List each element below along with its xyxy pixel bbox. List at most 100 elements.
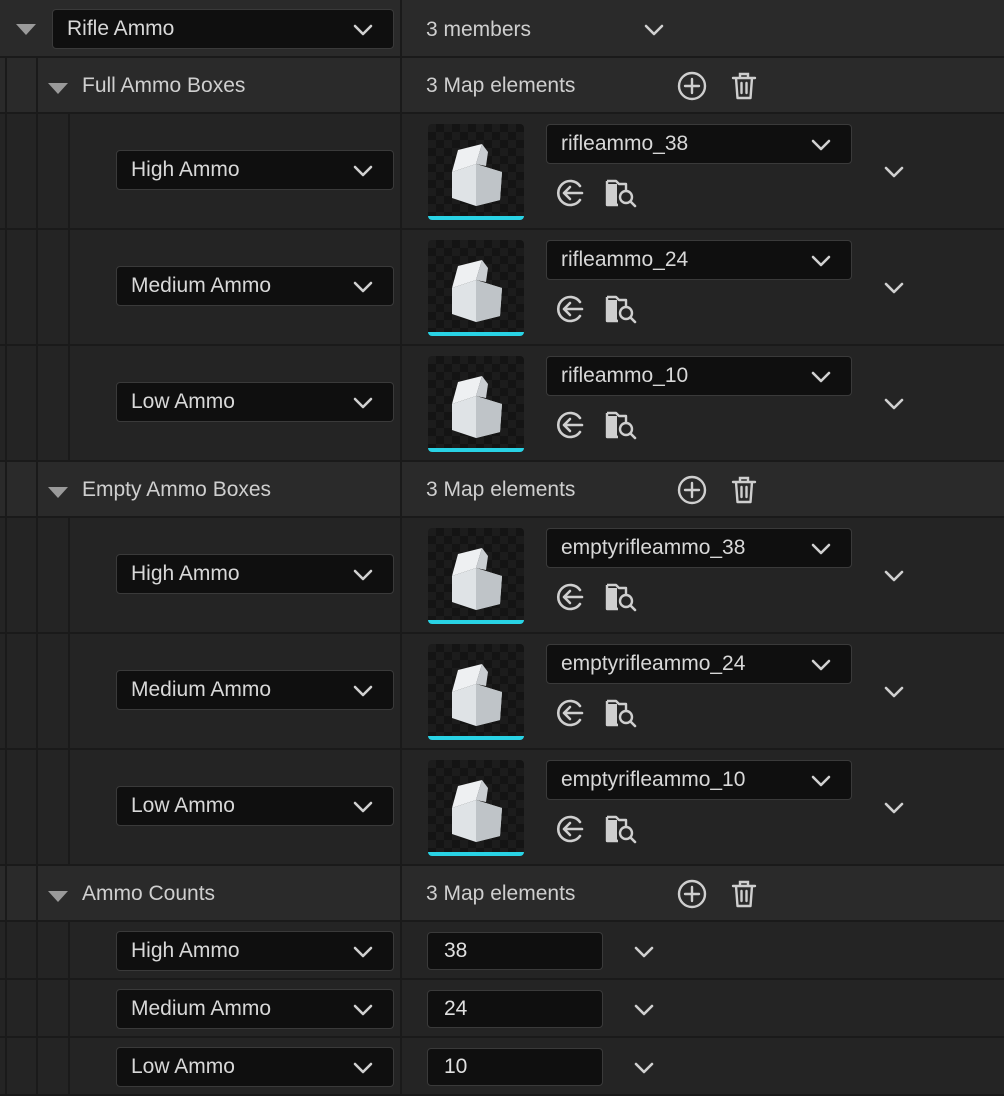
- delete-all-icon[interactable]: [727, 877, 761, 911]
- add-element-icon[interactable]: [675, 473, 709, 507]
- asset-thumbnail[interactable]: [428, 356, 524, 452]
- browse-asset-icon[interactable]: [604, 176, 638, 210]
- entry-key-dropdown[interactable]: Low Ammo: [116, 1047, 394, 1087]
- ammo-count-input[interactable]: 10: [427, 1048, 603, 1086]
- chevron-down-icon: [811, 255, 831, 267]
- delete-all-icon[interactable]: [727, 69, 761, 103]
- asset-type-bar: [428, 736, 524, 740]
- entry-key-dropdown-text: Low Ammo: [131, 1055, 235, 1078]
- column-divider: [400, 518, 402, 634]
- column-divider: [5, 346, 7, 462]
- asset-picker-dropdown[interactable]: emptyrifleammo_24: [546, 644, 852, 684]
- asset-picker-dropdown[interactable]: rifleammo_24: [546, 240, 852, 280]
- entry-key-dropdown[interactable]: High Ammo: [116, 150, 394, 190]
- entry-expand-chevron[interactable]: [634, 1004, 654, 1016]
- column-divider: [36, 866, 38, 922]
- browse-asset-icon[interactable]: [604, 408, 638, 442]
- add-element-icon[interactable]: [675, 69, 709, 103]
- map-elements-count: 3 Map elements: [426, 74, 576, 97]
- map-entry-row: High Ammo rifleammo_38: [0, 114, 1004, 230]
- column-divider: [400, 634, 402, 750]
- entry-key-dropdown[interactable]: High Ammo: [116, 931, 394, 971]
- asset-thumbnail[interactable]: [428, 760, 524, 856]
- use-selected-asset-icon[interactable]: [553, 176, 587, 210]
- entry-key-dropdown[interactable]: Low Ammo: [116, 786, 394, 826]
- use-selected-asset-icon[interactable]: [553, 696, 587, 730]
- chevron-down-icon: [353, 165, 373, 177]
- asset-thumbnail[interactable]: [428, 528, 524, 624]
- use-selected-asset-icon[interactable]: [553, 812, 587, 846]
- chevron-down-icon: [811, 371, 831, 383]
- column-divider: [5, 462, 7, 518]
- root-name-dropdown[interactable]: Rifle Ammo: [52, 9, 394, 49]
- chevron-down-icon: [811, 659, 831, 671]
- use-selected-asset-icon[interactable]: [553, 292, 587, 326]
- use-selected-asset-icon[interactable]: [553, 580, 587, 614]
- entry-expand-chevron[interactable]: [884, 570, 904, 582]
- entry-expand-chevron[interactable]: [634, 946, 654, 958]
- browse-asset-icon[interactable]: [604, 696, 638, 730]
- asset-picker-dropdown[interactable]: rifleammo_10: [546, 356, 852, 396]
- column-divider: [400, 230, 402, 346]
- asset-type-bar: [428, 448, 524, 452]
- entry-key-dropdown[interactable]: Medium Ammo: [116, 266, 394, 306]
- entry-expand-chevron[interactable]: [884, 802, 904, 814]
- members-expand-chevron[interactable]: [644, 24, 664, 36]
- chevron-down-icon: [353, 801, 373, 813]
- delete-all-icon[interactable]: [727, 473, 761, 507]
- map-entry-row: Medium Ammo rifleammo_24: [0, 230, 1004, 346]
- entry-expand-chevron[interactable]: [884, 282, 904, 294]
- asset-picker-dropdown-text: rifleammo_24: [561, 248, 689, 271]
- entry-expand-chevron[interactable]: [884, 398, 904, 410]
- asset-thumbnail[interactable]: [428, 124, 524, 220]
- column-divider: [36, 518, 38, 634]
- column-divider: [68, 230, 70, 346]
- column-divider: [5, 114, 7, 230]
- count-entry-row: Low Ammo 10: [0, 1038, 1004, 1096]
- chevron-down-icon: [353, 685, 373, 697]
- column-divider: [68, 114, 70, 230]
- expand-toggle-section[interactable]: [48, 487, 68, 498]
- asset-picker-dropdown-text: rifleammo_10: [561, 364, 689, 387]
- asset-picker-dropdown[interactable]: rifleammo_38: [546, 124, 852, 164]
- entry-expand-chevron[interactable]: [884, 166, 904, 178]
- asset-thumbnail[interactable]: [428, 240, 524, 336]
- column-divider: [36, 922, 38, 980]
- column-divider: [36, 230, 38, 346]
- browse-asset-icon[interactable]: [604, 812, 638, 846]
- asset-type-bar: [428, 852, 524, 856]
- add-element-icon[interactable]: [675, 877, 709, 911]
- column-divider: [400, 0, 402, 58]
- column-divider: [5, 518, 7, 634]
- entry-key-dropdown[interactable]: High Ammo: [116, 554, 394, 594]
- use-selected-asset-icon[interactable]: [553, 408, 587, 442]
- entry-key-dropdown-text: Low Ammo: [131, 390, 235, 413]
- entry-key-dropdown[interactable]: Low Ammo: [116, 382, 394, 422]
- column-divider: [400, 922, 402, 980]
- column-divider: [36, 114, 38, 230]
- ammo-count-value: 38: [444, 939, 468, 962]
- entry-expand-chevron[interactable]: [884, 686, 904, 698]
- column-divider: [36, 462, 38, 518]
- map-entry-row: Medium Ammo emptyrifleammo_24: [0, 634, 1004, 750]
- ammo-count-input[interactable]: 24: [427, 990, 603, 1028]
- chevron-down-icon: [811, 139, 831, 151]
- chevron-down-icon: [353, 24, 373, 36]
- ammo-count-input[interactable]: 38: [427, 932, 603, 970]
- asset-picker-dropdown[interactable]: emptyrifleammo_38: [546, 528, 852, 568]
- entry-expand-chevron[interactable]: [634, 1062, 654, 1074]
- column-divider: [400, 750, 402, 866]
- expand-toggle-section[interactable]: [48, 891, 68, 902]
- expand-toggle-root[interactable]: [16, 24, 36, 35]
- asset-thumbnail[interactable]: [428, 644, 524, 740]
- browse-asset-icon[interactable]: [604, 292, 638, 326]
- entry-key-dropdown[interactable]: Medium Ammo: [116, 989, 394, 1029]
- asset-picker-dropdown[interactable]: emptyrifleammo_10: [546, 760, 852, 800]
- root-name-dropdown-text: Rifle Ammo: [67, 17, 175, 40]
- expand-toggle-section[interactable]: [48, 83, 68, 94]
- ammo-count-value: 10: [444, 1055, 468, 1078]
- map-entry-row: Low Ammo rifleammo_10: [0, 346, 1004, 462]
- entry-key-dropdown[interactable]: Medium Ammo: [116, 670, 394, 710]
- browse-asset-icon[interactable]: [604, 580, 638, 614]
- asset-type-bar: [428, 620, 524, 624]
